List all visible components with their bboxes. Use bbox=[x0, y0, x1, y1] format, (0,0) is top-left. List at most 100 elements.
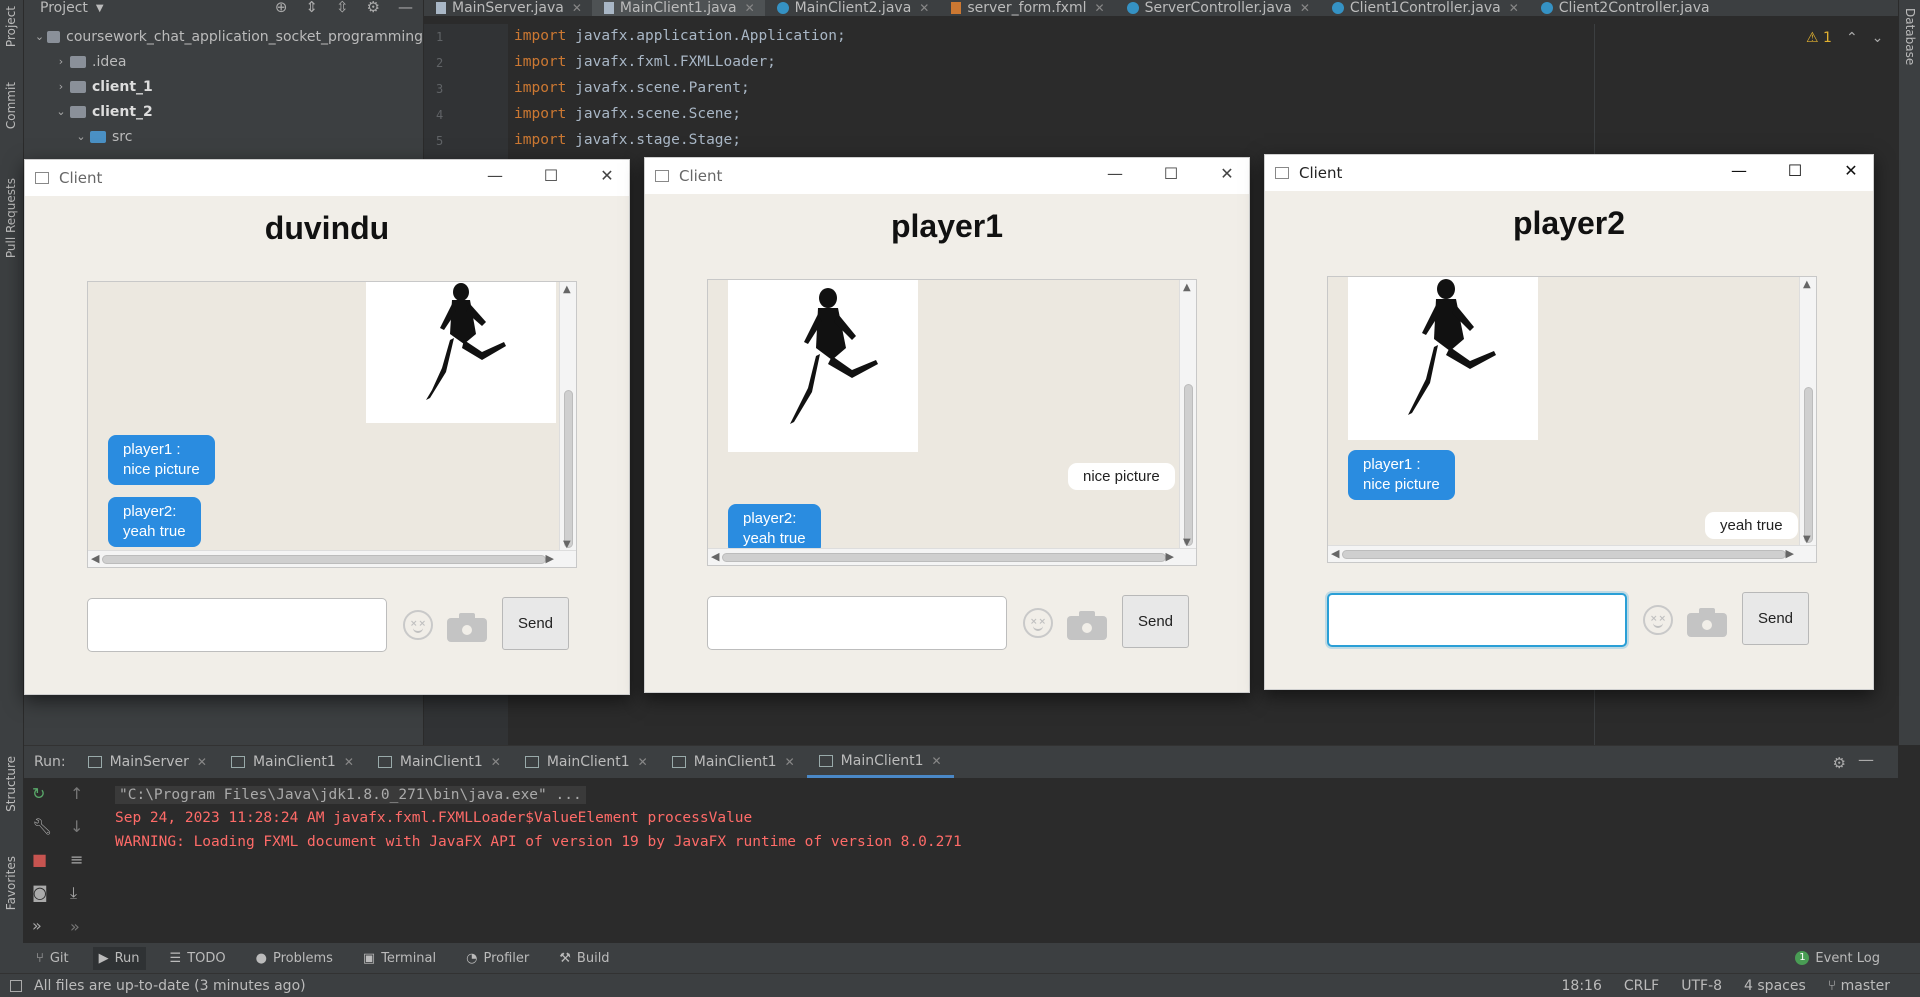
close-icon[interactable]: ✕ bbox=[572, 1, 582, 15]
scroll-down-icon[interactable]: ▼ bbox=[563, 539, 571, 550]
horizontal-scrollbar[interactable]: ◀ ▶ bbox=[1328, 545, 1816, 562]
status-square-icon[interactable] bbox=[10, 979, 22, 992]
indent-setting[interactable]: 4 spaces bbox=[1744, 978, 1806, 994]
horizontal-scrollbar[interactable]: ◀ ▶ bbox=[88, 550, 576, 567]
tab-mainserver[interactable]: MainServer.java ✕ bbox=[424, 0, 592, 16]
emoji-icon[interactable]: × × bbox=[1023, 608, 1053, 638]
message-input[interactable] bbox=[1327, 593, 1627, 647]
close-icon[interactable]: ✕ bbox=[491, 755, 501, 769]
close-icon[interactable]: ✕ bbox=[745, 1, 755, 15]
gear-icon[interactable]: ⚙ bbox=[367, 0, 380, 16]
window-titlebar[interactable]: Client — ☐ ✕ bbox=[25, 160, 629, 196]
scroll-left-icon[interactable]: ◀ bbox=[711, 550, 719, 563]
tool-tab-database[interactable]: Database bbox=[1903, 8, 1917, 65]
chevron-right-icon[interactable]: › bbox=[52, 80, 70, 93]
vertical-scrollbar[interactable]: ▲ ▼ bbox=[1179, 280, 1196, 565]
stop-icon[interactable]: ■ bbox=[32, 850, 52, 869]
chevron-down-icon[interactable]: ⌄ bbox=[1872, 30, 1884, 46]
tab-client1controller[interactable]: Client1Controller.java ✕ bbox=[1320, 0, 1529, 16]
emoji-icon[interactable]: × × bbox=[1643, 605, 1673, 635]
minimize-icon[interactable]: — bbox=[1105, 164, 1125, 183]
scroll-right-icon[interactable]: ▶ bbox=[1166, 550, 1174, 563]
emoji-icon[interactable]: × × bbox=[403, 610, 433, 640]
tool-tab-structure[interactable]: Structure bbox=[4, 756, 18, 812]
expand-all-icon[interactable]: ⇕ bbox=[305, 0, 318, 16]
scroll-down-icon[interactable]: ▼ bbox=[1183, 537, 1191, 548]
bottom-tab-terminal[interactable]: ▣ Terminal bbox=[357, 947, 442, 970]
run-tab-mainclient1[interactable]: MainClient1 ✕ bbox=[219, 746, 366, 778]
run-tab-mainclient1[interactable]: MainClient1 ✕ bbox=[513, 746, 660, 778]
close-icon[interactable]: ✕ bbox=[1300, 1, 1310, 15]
camera-icon[interactable] bbox=[1067, 610, 1107, 640]
tool-tab-favorites[interactable]: Favorites bbox=[4, 856, 18, 910]
tab-client2controller[interactable]: Client2Controller.java bbox=[1529, 0, 1720, 16]
bottom-tab-todo[interactable]: ☰ TODO bbox=[164, 947, 232, 970]
minimize-icon[interactable]: — bbox=[1858, 750, 1874, 769]
tab-mainclient1[interactable]: MainClient1.java ✕ bbox=[591, 0, 765, 16]
wrench-icon[interactable]: 🔧︎ bbox=[32, 817, 52, 836]
chevron-down-icon[interactable]: ⌄ bbox=[32, 30, 47, 43]
chevron-down-icon[interactable]: ▼ bbox=[96, 3, 104, 14]
close-icon[interactable]: ✕ bbox=[197, 755, 207, 769]
minimize-icon[interactable]: — bbox=[1729, 161, 1749, 180]
scroll-thumb[interactable] bbox=[564, 390, 573, 548]
scroll-left-icon[interactable]: ◀ bbox=[91, 552, 99, 565]
camera-icon[interactable]: ◙ bbox=[32, 883, 52, 902]
scroll-right-icon[interactable]: ▶ bbox=[1786, 547, 1794, 560]
tab-servercontroller[interactable]: ServerController.java ✕ bbox=[1115, 0, 1320, 16]
message-input[interactable] bbox=[87, 598, 387, 652]
caret-position[interactable]: 18:16 bbox=[1562, 978, 1602, 994]
inspection-widget[interactable]: ⚠ 1 ⌃ ⌄ bbox=[1806, 30, 1883, 46]
minimize-icon[interactable]: — bbox=[398, 0, 413, 16]
bottom-tab-run[interactable]: ▶ Run bbox=[92, 946, 146, 970]
vertical-scrollbar[interactable]: ▲ ▼ bbox=[559, 282, 576, 567]
scroll-down-icon[interactable]: ▼ bbox=[1803, 534, 1811, 545]
close-icon[interactable]: ✕ bbox=[344, 755, 354, 769]
more-icon[interactable]: » bbox=[70, 917, 83, 936]
message-input[interactable] bbox=[707, 596, 1007, 650]
locate-icon[interactable]: ⊕ bbox=[275, 0, 288, 16]
line-separator[interactable]: CRLF bbox=[1624, 978, 1659, 994]
scroll-thumb[interactable] bbox=[1804, 387, 1813, 543]
chevron-up-icon[interactable]: ⌃ bbox=[1846, 30, 1858, 46]
git-branch[interactable]: ⑂ master bbox=[1828, 978, 1890, 994]
maximize-icon[interactable]: ☐ bbox=[1785, 161, 1805, 180]
run-tab-mainclient1[interactable]: MainClient1 ✕ bbox=[660, 746, 807, 778]
rerun-icon[interactable]: ↻ bbox=[32, 784, 52, 803]
bottom-tab-profiler[interactable]: ◔ Profiler bbox=[460, 947, 535, 970]
close-icon[interactable]: ✕ bbox=[1509, 1, 1519, 15]
close-icon[interactable]: ✕ bbox=[919, 1, 929, 15]
tree-item-root[interactable]: ⌄ coursework_chat_application_socket_pro… bbox=[24, 24, 423, 49]
tab-mainclient2[interactable]: MainClient2.java ✕ bbox=[765, 0, 940, 16]
project-panel-title[interactable]: Project bbox=[40, 0, 88, 16]
arrow-up-icon[interactable]: ↑ bbox=[70, 784, 83, 803]
gear-icon[interactable]: ⚙ bbox=[1833, 754, 1846, 772]
run-tab-mainclient1[interactable]: MainClient1 ✕ bbox=[366, 746, 513, 778]
minimize-icon[interactable]: — bbox=[485, 166, 505, 185]
close-icon[interactable]: ✕ bbox=[1095, 1, 1105, 15]
maximize-icon[interactable]: ☐ bbox=[541, 166, 561, 185]
send-button[interactable]: Send bbox=[1122, 595, 1189, 648]
scroll-right-icon[interactable]: ▶ bbox=[546, 552, 554, 565]
camera-icon[interactable] bbox=[1687, 607, 1727, 637]
scroll-thumb[interactable] bbox=[1184, 384, 1193, 546]
more-icon[interactable]: » bbox=[32, 916, 52, 935]
tree-item-src[interactable]: ⌄ src bbox=[24, 124, 423, 149]
chevron-right-icon[interactable]: › bbox=[52, 55, 70, 68]
send-button[interactable]: Send bbox=[502, 597, 569, 650]
scroll-left-icon[interactable]: ◀ bbox=[1331, 547, 1339, 560]
scroll-up-icon[interactable]: ▲ bbox=[1183, 282, 1191, 293]
arrow-down-icon[interactable]: ↓ bbox=[70, 817, 83, 836]
scroll-up-icon[interactable]: ▲ bbox=[1803, 279, 1811, 290]
horizontal-scrollbar[interactable]: ◀ ▶ bbox=[708, 548, 1196, 565]
window-titlebar[interactable]: Client — ☐ ✕ bbox=[1265, 155, 1873, 191]
window-titlebar[interactable]: Client — ☐ ✕ bbox=[645, 158, 1249, 194]
camera-icon[interactable] bbox=[447, 612, 487, 642]
chat-area[interactable]: player1 : nice picture yeah true ▲ ▼ ◀ ▶ bbox=[1327, 276, 1817, 563]
tree-item-client-2[interactable]: ⌄ client_2 bbox=[24, 99, 423, 124]
bottom-tab-problems[interactable]: ● Problems bbox=[250, 947, 339, 970]
run-tab-mainclient1-active[interactable]: MainClient1 ✕ bbox=[806, 746, 954, 778]
collapse-all-icon[interactable]: ⇳ bbox=[336, 0, 349, 16]
tool-tab-project[interactable]: Project bbox=[4, 6, 18, 47]
event-log-button[interactable]: 1 Event Log bbox=[1795, 951, 1880, 966]
